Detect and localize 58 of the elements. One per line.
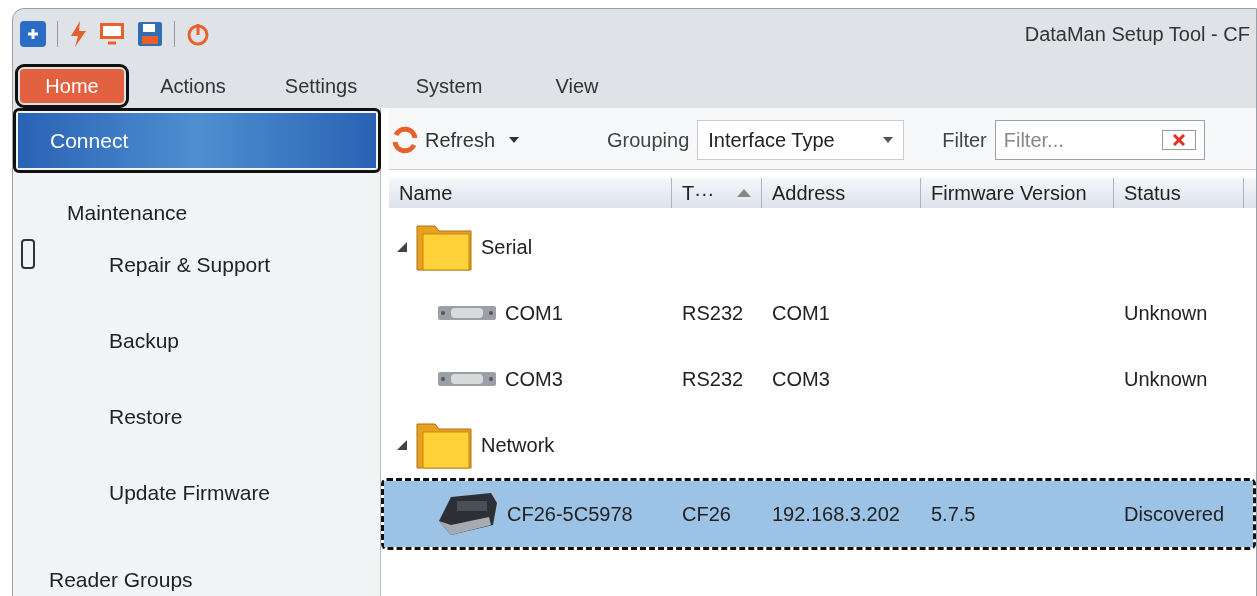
table-cell-text: Unknown	[1124, 301, 1208, 326]
column-header[interactable]: Name	[389, 178, 672, 208]
group-label: Network	[481, 433, 555, 458]
folder-icon	[415, 222, 473, 272]
device-row[interactable]: COM3 RS232 COM3 Unknown	[389, 346, 1256, 412]
grouping-label: Grouping	[607, 127, 690, 153]
table-cell-text: COM1	[505, 301, 563, 326]
table-cell-text: CF26	[682, 502, 731, 527]
expander-icon	[21, 239, 35, 269]
filter-input[interactable]: Filter...	[1003, 124, 1162, 155]
refresh-icon	[391, 125, 419, 154]
ribbon-tab[interactable]: Actions	[134, 69, 252, 103]
table-cell-text: COM3	[772, 367, 830, 392]
power-icon	[185, 21, 211, 48]
filter-field[interactable]: Filter...	[994, 119, 1205, 160]
table-cell-text: COM1	[772, 301, 830, 326]
reader-device-icon	[437, 491, 499, 537]
table-cell-text: CF26-5C5978	[507, 502, 633, 527]
serial-port-icon	[437, 369, 497, 389]
sidebar-item[interactable]: Repair & Support	[53, 237, 271, 313]
expanded-triangle-icon[interactable]	[397, 440, 407, 450]
sidebar-item[interactable]: Connect	[18, 113, 376, 168]
group-label: Serial	[481, 235, 533, 260]
ribbon-tab[interactable]: View	[518, 69, 636, 103]
grouping-select[interactable]: Interface Type	[697, 119, 905, 160]
serial-port-icon	[437, 303, 497, 323]
table-cell-text: COM3	[505, 367, 563, 392]
column-header[interactable]: Status	[1114, 178, 1244, 208]
table-cell-text: Discovered	[1124, 502, 1225, 527]
sidebar-item[interactable]: Reader Groups	[13, 541, 381, 596]
column-header[interactable]: Firmware Version	[921, 178, 1114, 208]
sidebar-item[interactable]: Backup	[53, 313, 271, 389]
lightning-icon	[68, 20, 88, 49]
expanded-triangle-icon[interactable]	[397, 242, 407, 252]
monitor-icon	[98, 21, 126, 48]
app-logo-icon	[19, 20, 47, 49]
column-header[interactable]: Address	[762, 178, 921, 208]
table-cell-text: 192.168.3.202	[772, 502, 900, 527]
refresh-button[interactable]: Refresh	[389, 124, 522, 155]
ribbon-tab[interactable]: System	[390, 69, 508, 103]
column-header[interactable]: T···	[672, 178, 762, 208]
sidebar-item[interactable]: Restore	[53, 389, 271, 465]
ribbon-tab[interactable]: Settings	[262, 69, 380, 103]
table-cell-text: 5.7.5	[931, 502, 976, 527]
device-row[interactable]: CF26-5C5978 CF26 192.168.3.202 5.7.5 Discovered	[384, 481, 1253, 547]
caret-icon	[883, 136, 894, 143]
table-cell-text: RS232	[682, 301, 744, 326]
table-cell-text: Unknown	[1124, 367, 1208, 392]
sidebar-item[interactable]: Maintenance	[13, 173, 381, 237]
clear-icon[interactable]	[1161, 129, 1196, 150]
sidebar-item[interactable]: Update Firmware	[53, 465, 271, 541]
device-row[interactable]: COM1 RS232 COM1 Unknown	[389, 280, 1256, 346]
folder-icon	[415, 420, 473, 470]
filter-label: Filter	[942, 127, 987, 153]
window-title: DataMan Setup Tool - CF	[1024, 22, 1250, 48]
save-icon	[136, 20, 164, 49]
table-cell-text: RS232	[682, 367, 744, 392]
caret-icon	[509, 136, 520, 143]
